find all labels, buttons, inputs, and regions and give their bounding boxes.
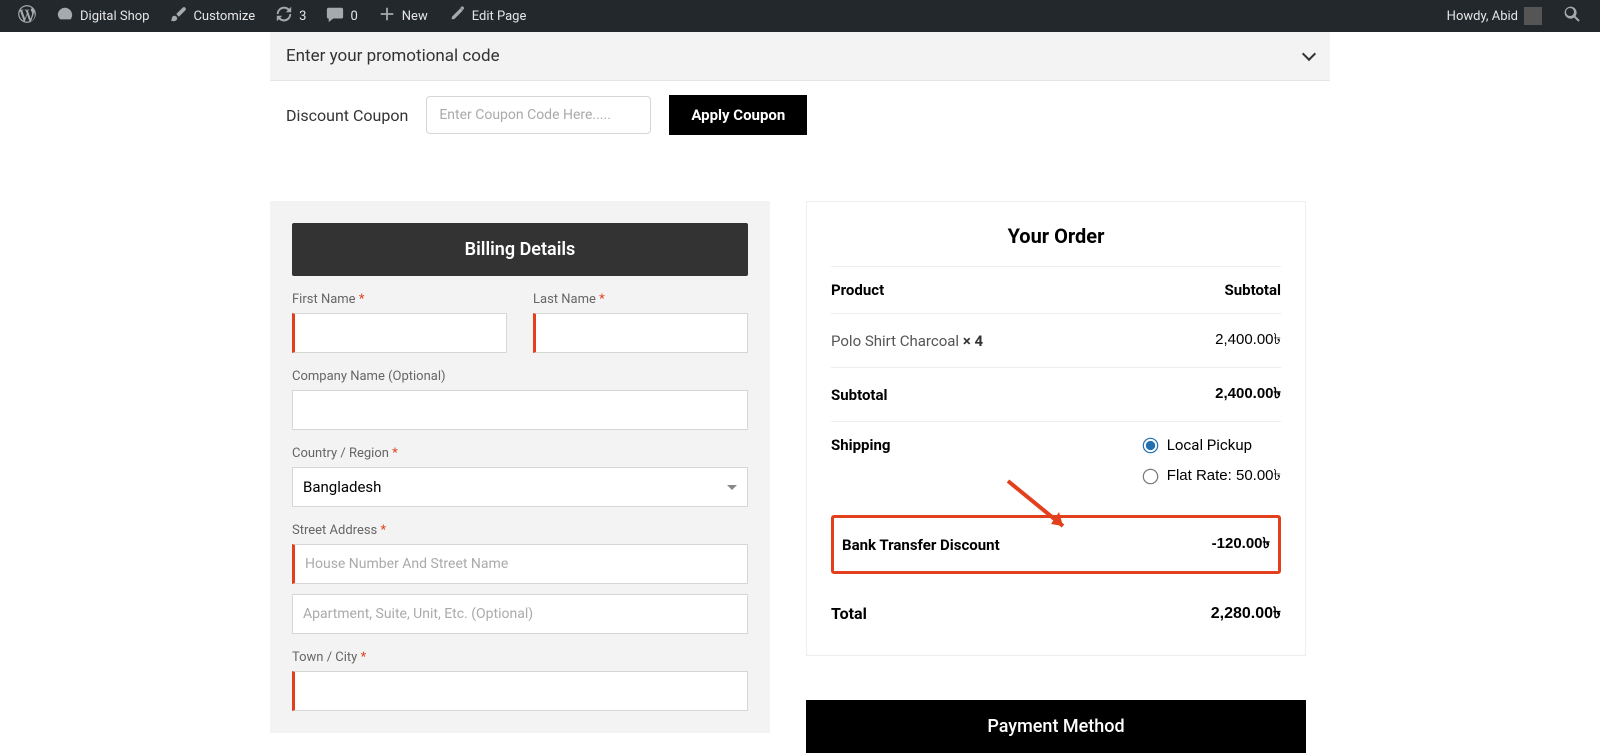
chevron-down-icon	[1302, 47, 1316, 61]
customize-link[interactable]: Customize	[159, 0, 265, 32]
order-title: Your Order	[831, 224, 1281, 248]
coupon-input[interactable]	[426, 96, 651, 134]
new-content-link[interactable]: New	[368, 0, 438, 32]
updates-count: 3	[299, 9, 306, 24]
comments-link[interactable]: 0	[316, 0, 367, 32]
product-line-total: 2,400.00৳	[1215, 328, 1281, 353]
city-input[interactable]	[292, 671, 748, 711]
subtotal-label: Subtotal	[831, 386, 888, 404]
promo-accordion-header[interactable]: Enter your promotional code	[270, 32, 1330, 81]
shipping-flat-radio[interactable]	[1142, 469, 1158, 485]
coupon-label: Discount Coupon	[286, 106, 408, 125]
search-icon	[1562, 4, 1582, 28]
edit-page-label: Edit Page	[472, 9, 527, 24]
promo-header-label: Enter your promotional code	[286, 46, 500, 66]
total-label: Total	[831, 604, 867, 623]
order-summary-card: Your Order Product Subtotal Polo Shirt C…	[806, 201, 1306, 656]
apply-coupon-button[interactable]: Apply Coupon	[669, 95, 807, 135]
edit-page-link[interactable]: Edit Page	[438, 0, 537, 32]
payment-method-header: Payment Method	[806, 700, 1306, 753]
country-select[interactable]: Bangladesh	[292, 467, 748, 507]
product-line: Polo Shirt Charcoal × 4	[831, 332, 983, 350]
product-column-header: Product	[831, 281, 884, 299]
new-label: New	[402, 9, 428, 24]
billing-header: Billing Details	[292, 223, 748, 276]
subtotal-value: 2,400.00৳	[1215, 382, 1281, 407]
updates-link[interactable]: 3	[265, 0, 316, 32]
admin-search-button[interactable]	[1552, 0, 1592, 32]
site-name-label: Digital Shop	[80, 9, 149, 24]
company-name-input[interactable]	[292, 390, 748, 430]
city-label: Town / City *	[292, 650, 748, 665]
site-name-link[interactable]: Digital Shop	[46, 0, 159, 32]
plus-icon	[378, 5, 396, 27]
discount-label: Bank Transfer Discount	[842, 536, 1000, 554]
avatar	[1524, 7, 1542, 25]
greeting-label: Howdy, Abid	[1447, 9, 1518, 24]
discount-value: -120.00৳	[1212, 532, 1270, 557]
first-name-input[interactable]	[292, 313, 507, 353]
my-account-link[interactable]: Howdy, Abid	[1437, 0, 1552, 32]
billing-panel: Billing Details First Name * Last Name *…	[270, 201, 770, 733]
total-value: 2,280.00৳	[1211, 600, 1281, 627]
brush-icon	[169, 5, 187, 27]
refresh-icon	[275, 5, 293, 27]
customize-label: Customize	[193, 9, 255, 24]
chevron-down-icon	[727, 485, 737, 490]
coupon-section: Enter your promotional code Discount Cou…	[270, 32, 1330, 149]
comments-count: 0	[350, 9, 357, 24]
wordpress-icon	[18, 5, 36, 27]
country-label: Country / Region *	[292, 446, 748, 461]
shipping-option-flat[interactable]: Flat Rate: 50.00৳	[1144, 464, 1281, 489]
street-address-input[interactable]	[292, 544, 748, 584]
street-address-label: Street Address *	[292, 523, 748, 538]
country-selected-value: Bangladesh	[303, 478, 381, 496]
dashboard-icon	[56, 5, 74, 27]
shipping-label: Shipping	[831, 436, 890, 454]
shipping-option-local[interactable]: Local Pickup	[1144, 436, 1281, 454]
wp-admin-bar: Digital Shop Customize 3 0 New	[0, 0, 1600, 32]
comment-icon	[326, 5, 344, 27]
first-name-label: First Name *	[292, 292, 507, 307]
last-name-input[interactable]	[533, 313, 748, 353]
discount-row-highlighted: Bank Transfer Discount -120.00৳	[831, 515, 1281, 574]
last-name-label: Last Name *	[533, 292, 748, 307]
company-name-label: Company Name (Optional)	[292, 369, 748, 384]
subtotal-column-header: Subtotal	[1225, 281, 1282, 299]
wp-logo-menu[interactable]	[8, 0, 46, 32]
pencil-icon	[448, 5, 466, 27]
apartment-input[interactable]	[292, 594, 748, 634]
shipping-local-radio[interactable]	[1142, 437, 1158, 453]
